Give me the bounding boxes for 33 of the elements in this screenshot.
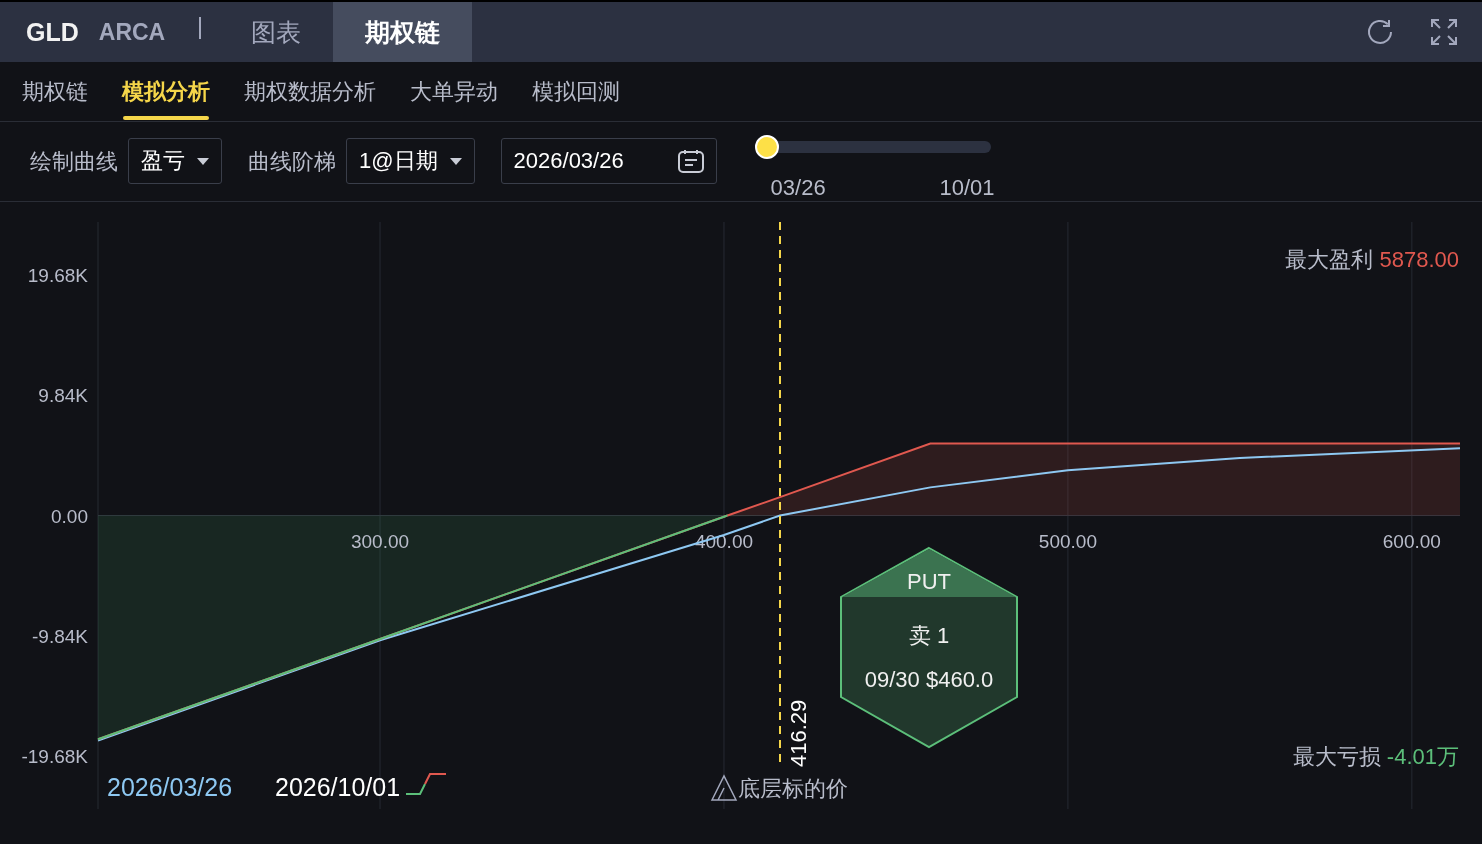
slider-end-label: 10/01	[939, 175, 995, 201]
curve-dropdown[interactable]: 盈亏	[128, 138, 222, 184]
step-dropdown[interactable]: 1@日期	[346, 138, 475, 184]
y-axis-label: -9.84K	[32, 625, 88, 647]
step-label: 曲线阶梯	[248, 148, 336, 176]
x-axis-label: 300.00	[350, 530, 410, 552]
ticker-symbol: GLD	[26, 17, 79, 47]
sub-tab[interactable]: 模拟分析	[110, 62, 222, 121]
curve-label: 绘制曲线	[30, 148, 118, 176]
y-axis-label: 19.68K	[27, 264, 88, 286]
option-type: PUT	[907, 569, 951, 594]
contract-label: 09/30 $460.0	[864, 667, 994, 692]
header-tab[interactable]: 期权链	[333, 2, 473, 62]
y-axis-label: -19.68K	[21, 746, 88, 768]
x-axis-label: 600.00	[1382, 530, 1441, 552]
underlying-price: 416.29	[786, 699, 811, 767]
sub-tab[interactable]: 模拟回测	[520, 62, 632, 121]
max-profit: 最大盈利 5878.00	[1285, 247, 1459, 272]
position-side: 卖 1	[908, 623, 950, 648]
y-axis-label: 9.84K	[38, 385, 88, 407]
date-field[interactable]: 2026/03/26	[500, 138, 717, 184]
max-loss: 最大亏损 -4.01万	[1292, 744, 1459, 769]
underlying-label: 底层标的价	[738, 776, 848, 801]
slider-start-label: 03/26	[770, 175, 826, 201]
y-axis-label: 0.00	[51, 505, 88, 527]
exchange-label: ARCA	[98, 18, 166, 46]
legend-label: 2026/03/26	[107, 773, 233, 801]
sub-tab[interactable]: 期权链	[10, 62, 100, 121]
sub-tab[interactable]: 期权数据分析	[232, 62, 388, 121]
legend-label: 2026/10/01	[275, 773, 401, 801]
header-tab[interactable]: 图表	[237, 2, 334, 62]
sub-tab[interactable]: 大单异动	[398, 62, 510, 121]
x-axis-label: 500.00	[1038, 530, 1097, 552]
